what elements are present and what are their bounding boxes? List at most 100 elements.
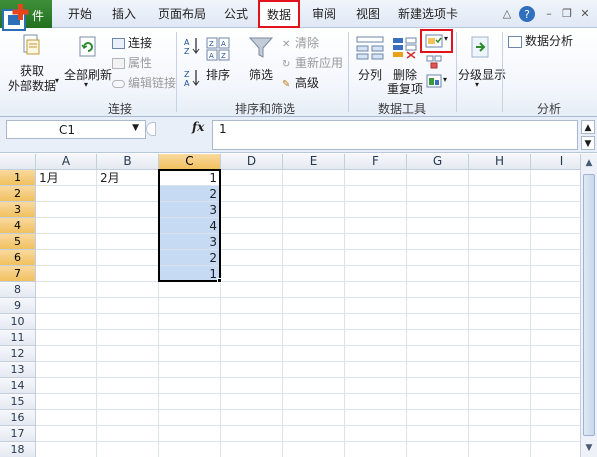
cell-e9[interactable] [283, 298, 345, 314]
cell-d8[interactable] [221, 282, 283, 298]
cell-f3[interactable] [345, 202, 407, 218]
cell-b2[interactable] [97, 186, 159, 202]
row-header-9[interactable]: 9 [0, 298, 36, 314]
cell-d6[interactable] [221, 250, 283, 266]
tab-data[interactable]: 数据 [258, 0, 300, 28]
cell-a18[interactable] [36, 442, 97, 457]
cell-h11[interactable] [469, 330, 531, 346]
cell-a8[interactable] [36, 282, 97, 298]
cell-f16[interactable] [345, 410, 407, 426]
advanced-filter-button[interactable]: ✎ 高级 [282, 74, 319, 91]
cell-g18[interactable] [407, 442, 469, 457]
scroll-thumb[interactable] [583, 174, 595, 436]
cell-c14[interactable] [159, 378, 221, 394]
cell-e15[interactable] [283, 394, 345, 410]
close-icon[interactable]: ✕ [578, 7, 592, 21]
cell-d9[interactable] [221, 298, 283, 314]
cell-a13[interactable] [36, 362, 97, 378]
vertical-scrollbar[interactable]: ▲ ▼ [580, 154, 597, 457]
get-external-data-button[interactable]: 获取 外部数据 [6, 32, 58, 93]
cell-g13[interactable] [407, 362, 469, 378]
cell-d15[interactable] [221, 394, 283, 410]
cell-c4[interactable]: 4 [159, 218, 221, 234]
cell-i10[interactable] [531, 314, 580, 330]
cell-b15[interactable] [97, 394, 159, 410]
row-header-2[interactable]: 2 [0, 186, 36, 202]
formula-input[interactable]: 1 [212, 120, 578, 150]
cell-c3[interactable]: 3 [159, 202, 221, 218]
column-header-h[interactable]: H [469, 154, 531, 170]
cell-f2[interactable] [345, 186, 407, 202]
scroll-down-icon[interactable]: ▼ [583, 441, 595, 455]
cell-i3[interactable] [531, 202, 580, 218]
remove-duplicates-button[interactable]: 删除 重复项 [387, 32, 423, 96]
cell-a10[interactable] [36, 314, 97, 330]
cell-c13[interactable] [159, 362, 221, 378]
cell-c11[interactable] [159, 330, 221, 346]
filter-button[interactable]: 筛选 [245, 32, 277, 94]
cell-h4[interactable] [469, 218, 531, 234]
cell-e7[interactable] [283, 266, 345, 282]
connections-button[interactable]: 连接 [112, 34, 152, 51]
column-header-d[interactable]: D [221, 154, 283, 170]
cell-a5[interactable] [36, 234, 97, 250]
cell-g11[interactable] [407, 330, 469, 346]
cell-c18[interactable] [159, 442, 221, 457]
column-header-b[interactable]: B [97, 154, 159, 170]
tab-page-layout[interactable]: 页面布局 [150, 0, 214, 28]
cell-f4[interactable] [345, 218, 407, 234]
cell-d14[interactable] [221, 378, 283, 394]
cell-h12[interactable] [469, 346, 531, 362]
tab-formulas[interactable]: 公式 [218, 0, 254, 28]
cell-i5[interactable] [531, 234, 580, 250]
cell-g10[interactable] [407, 314, 469, 330]
cell-a6[interactable] [36, 250, 97, 266]
cell-f5[interactable] [345, 234, 407, 250]
cell-d1[interactable] [221, 170, 283, 186]
cell-d12[interactable] [221, 346, 283, 362]
cell-a7[interactable] [36, 266, 97, 282]
collapse-ribbon-icon[interactable]: △ [500, 7, 514, 21]
cell-c5[interactable]: 3 [159, 234, 221, 250]
cell-g16[interactable] [407, 410, 469, 426]
cell-b18[interactable] [97, 442, 159, 457]
row-header-4[interactable]: 4 [0, 218, 36, 234]
cell-b14[interactable] [97, 378, 159, 394]
row-header-16[interactable]: 16 [0, 410, 36, 426]
column-header-g[interactable]: G [407, 154, 469, 170]
cell-c8[interactable] [159, 282, 221, 298]
cell-e11[interactable] [283, 330, 345, 346]
cell-g8[interactable] [407, 282, 469, 298]
cell-d5[interactable] [221, 234, 283, 250]
cell-b11[interactable] [97, 330, 159, 346]
cell-h10[interactable] [469, 314, 531, 330]
cell-b12[interactable] [97, 346, 159, 362]
cell-h16[interactable] [469, 410, 531, 426]
cell-h7[interactable] [469, 266, 531, 282]
insert-function-icon[interactable]: fx [192, 120, 204, 134]
cell-b13[interactable] [97, 362, 159, 378]
cell-i16[interactable] [531, 410, 580, 426]
cell-g1[interactable] [407, 170, 469, 186]
cell-d4[interactable] [221, 218, 283, 234]
cell-i11[interactable] [531, 330, 580, 346]
cell-a15[interactable] [36, 394, 97, 410]
cell-c12[interactable] [159, 346, 221, 362]
row-header-7[interactable]: 7 [0, 266, 36, 282]
cell-h14[interactable] [469, 378, 531, 394]
cell-e8[interactable] [283, 282, 345, 298]
cell-h13[interactable] [469, 362, 531, 378]
worksheet-grid[interactable]: A B C D E F G H I 1 1月 2月 1 2 2 3 3 4 4 5 3 6 2 7 1 8 9 10 11 12 13 14 1… [0, 154, 580, 457]
cell-g17[interactable] [407, 426, 469, 442]
select-all-corner[interactable] [0, 154, 36, 170]
cell-c15[interactable] [159, 394, 221, 410]
cell-a14[interactable] [36, 378, 97, 394]
cell-f8[interactable] [345, 282, 407, 298]
tab-insert[interactable]: 插入 [106, 0, 142, 28]
cell-h5[interactable] [469, 234, 531, 250]
cell-a9[interactable] [36, 298, 97, 314]
cell-c16[interactable] [159, 410, 221, 426]
cell-i12[interactable] [531, 346, 580, 362]
formula-bar-splitter[interactable] [146, 122, 156, 136]
cell-d11[interactable] [221, 330, 283, 346]
